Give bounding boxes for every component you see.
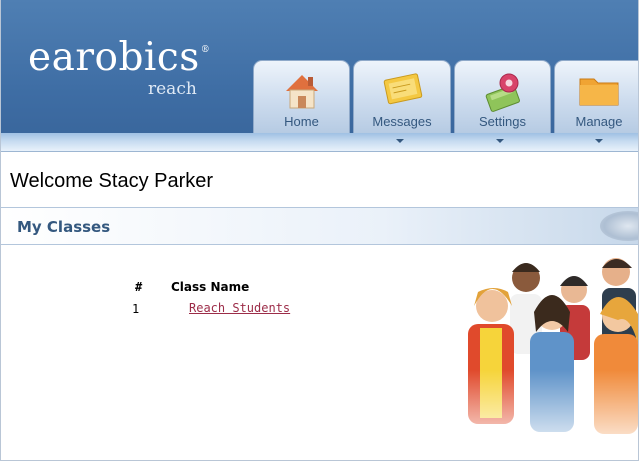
tab-messages[interactable]: Messages xyxy=(353,60,451,133)
tab-settings[interactable]: Settings xyxy=(454,60,551,133)
tab-home-label: Home xyxy=(284,114,319,129)
my-classes-header: My Classes xyxy=(1,207,638,245)
class-link-reach-students[interactable]: Reach Students xyxy=(189,301,290,315)
students-illustration xyxy=(456,250,638,460)
logo-subtitle: reach xyxy=(148,79,197,99)
earobics-logo: earobics® xyxy=(28,38,210,77)
tab-manage[interactable]: Manage xyxy=(554,60,638,133)
tab-dropdown-bar xyxy=(1,133,638,152)
tab-home[interactable]: Home xyxy=(253,60,350,133)
logo-text: earobics xyxy=(28,35,200,80)
app-frame: earobics® reach Home Messages Settings M… xyxy=(0,0,639,461)
home-icon xyxy=(280,69,324,117)
tab-manage-label: Manage xyxy=(575,114,623,129)
class-row-number: 1 xyxy=(132,302,140,316)
registered-mark: ® xyxy=(200,45,211,55)
column-header-class-name: Class Name xyxy=(171,280,250,294)
cd-decoration xyxy=(600,211,638,241)
section-title: My Classes xyxy=(17,218,111,236)
manage-dropdown-caret[interactable] xyxy=(595,139,603,143)
tab-messages-label: Messages xyxy=(372,114,432,129)
manage-folder-icon xyxy=(576,69,622,113)
settings-dropdown-caret[interactable] xyxy=(496,139,504,143)
header: earobics® reach Home Messages Settings M… xyxy=(1,0,638,133)
settings-icon xyxy=(480,69,526,117)
messages-icon xyxy=(378,69,426,113)
column-header-number: # xyxy=(135,280,143,294)
welcome-message: Welcome Stacy Parker xyxy=(10,170,214,192)
messages-dropdown-caret[interactable] xyxy=(396,139,404,143)
tab-settings-label: Settings xyxy=(479,114,526,129)
